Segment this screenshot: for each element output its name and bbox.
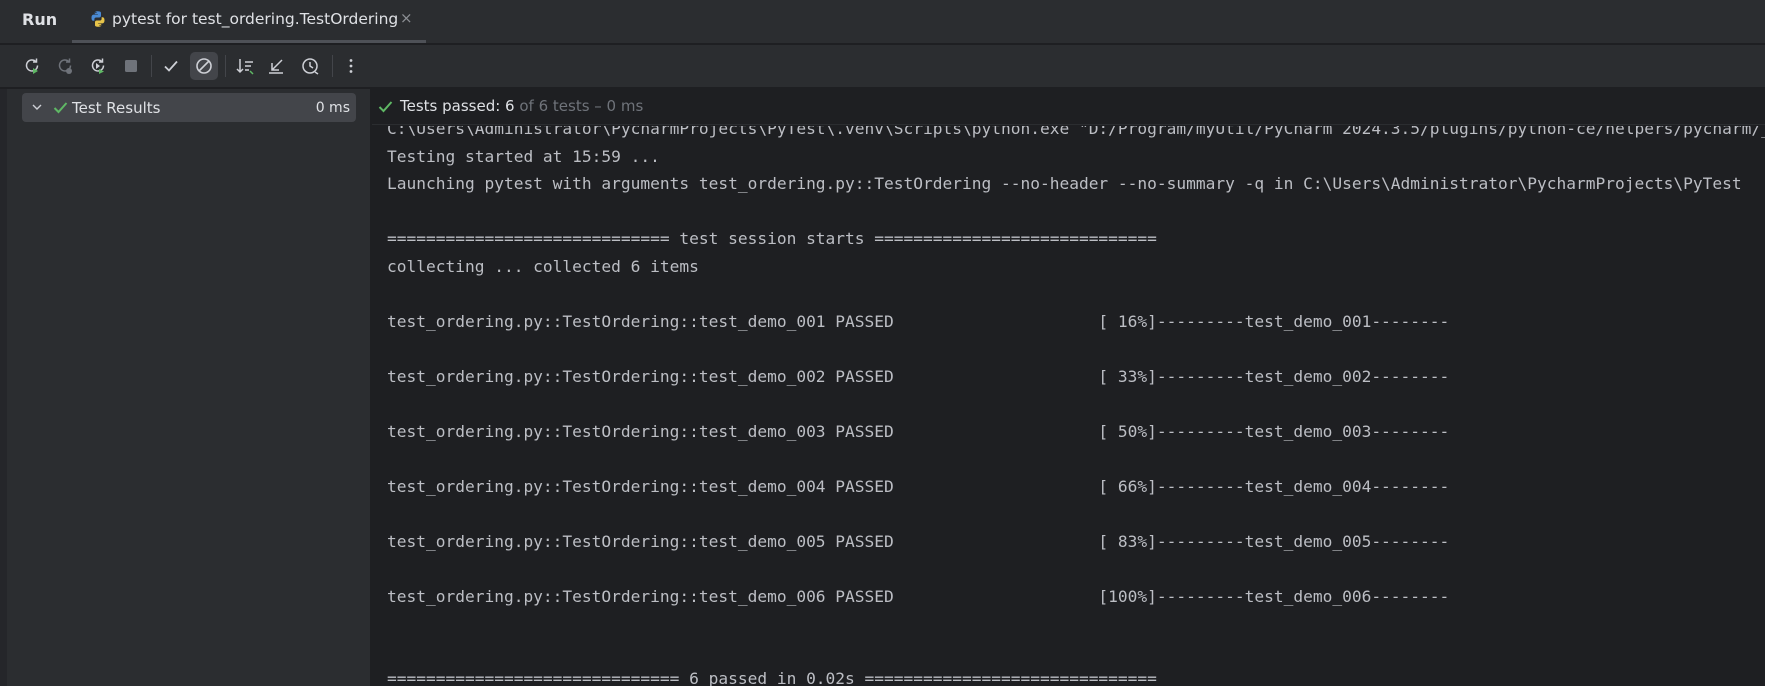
console-line: Testing started at 15:59 ... <box>387 146 660 166</box>
tests-passed-detail: of 6 tests – 0 ms <box>514 97 644 115</box>
console-line: C:\Users\Administrator\PycharmProjects\P… <box>387 126 1765 138</box>
clock-icon <box>302 58 319 75</box>
collapse-all-button[interactable] <box>262 52 290 80</box>
run-tab-bar: Run pytest for test_ordering.TestOrderin… <box>0 0 1765 44</box>
run-tool-window: Run pytest for test_ordering.TestOrderin… <box>0 0 1765 686</box>
stop-icon <box>125 60 137 72</box>
stop-button[interactable] <box>117 52 145 80</box>
console-line: Launching pytest with arguments test_ord… <box>387 174 1742 193</box>
sort-alphabetically-icon <box>236 59 254 75</box>
checkmark-icon <box>164 60 178 72</box>
console-line: test_ordering.py::TestOrdering::test_dem… <box>387 586 1450 606</box>
console-line: test_ordering.py::TestOrdering::test_dem… <box>387 366 1450 386</box>
rerun-failed-icon <box>58 58 72 74</box>
test-tree-panel: Test Results 0 ms <box>0 89 371 686</box>
rerun-button[interactable] <box>18 52 46 80</box>
python-icon <box>88 9 108 29</box>
tab-selected-indicator <box>72 40 426 43</box>
tests-passed-count: Tests passed: 6 <box>400 97 515 115</box>
chevron-down-icon[interactable] <box>30 100 44 114</box>
console-panel: Tests passed: 6 of 6 tests – 0 ms C:\Use… <box>372 89 1765 686</box>
tab-pytest-run[interactable]: pytest for test_ordering.TestOrdering × <box>72 0 426 44</box>
console-line: ============================== 6 passed … <box>387 669 1157 686</box>
close-icon[interactable]: × <box>400 9 413 27</box>
console-line: collecting ... collected 6 items <box>387 256 699 276</box>
console-line: test_ordering.py::TestOrdering::test_dem… <box>387 476 1450 496</box>
rerun-failed-button[interactable] <box>51 52 79 80</box>
test-status-bar: Tests passed: 6 of 6 tests – 0 ms <box>372 89 1765 125</box>
rerun-icon <box>25 58 39 74</box>
sort-alphabetically-button[interactable] <box>231 52 259 80</box>
toggle-auto-test-icon <box>91 58 105 74</box>
toolbar-separator <box>151 55 152 77</box>
console-line: test_ordering.py::TestOrdering::test_dem… <box>387 421 1450 441</box>
console-lines: C:\Users\Administrator\PycharmProjects\P… <box>387 126 1765 686</box>
console-line: ============================= test sessi… <box>387 229 1157 248</box>
show-passed-button[interactable] <box>157 52 185 80</box>
tab-title: pytest for test_ordering.TestOrdering <box>112 10 399 28</box>
tree-item-test-results[interactable]: Test Results 0 ms <box>22 93 356 122</box>
collapse-arrow-icon <box>269 59 283 74</box>
test-history-button[interactable] <box>296 52 324 80</box>
more-options-button[interactable] <box>337 52 365 80</box>
console-line: test_ordering.py::TestOrdering::test_dem… <box>387 531 1450 551</box>
tree-item-duration: 0 ms <box>315 100 350 116</box>
test-runner-toolbar <box>0 45 1765 88</box>
test-passed-icon <box>378 101 393 113</box>
console-output[interactable]: C:\Users\Administrator\PycharmProjects\P… <box>372 126 1765 686</box>
tree-item-label: Test Results <box>72 99 161 117</box>
console-line: test_ordering.py::TestOrdering::test_dem… <box>387 311 1450 331</box>
more-vertical-icon <box>349 59 353 73</box>
show-ignored-button[interactable] <box>190 52 218 80</box>
toolbar-separator <box>225 55 226 77</box>
ignored-icon <box>196 58 212 74</box>
tests-passed-status: Tests passed: 6 of 6 tests – 0 ms <box>400 97 643 115</box>
toggle-auto-test-button[interactable] <box>84 52 112 80</box>
test-passed-icon <box>53 102 68 114</box>
run-tool-title: Run <box>22 10 58 29</box>
toolbar-separator <box>332 55 333 77</box>
